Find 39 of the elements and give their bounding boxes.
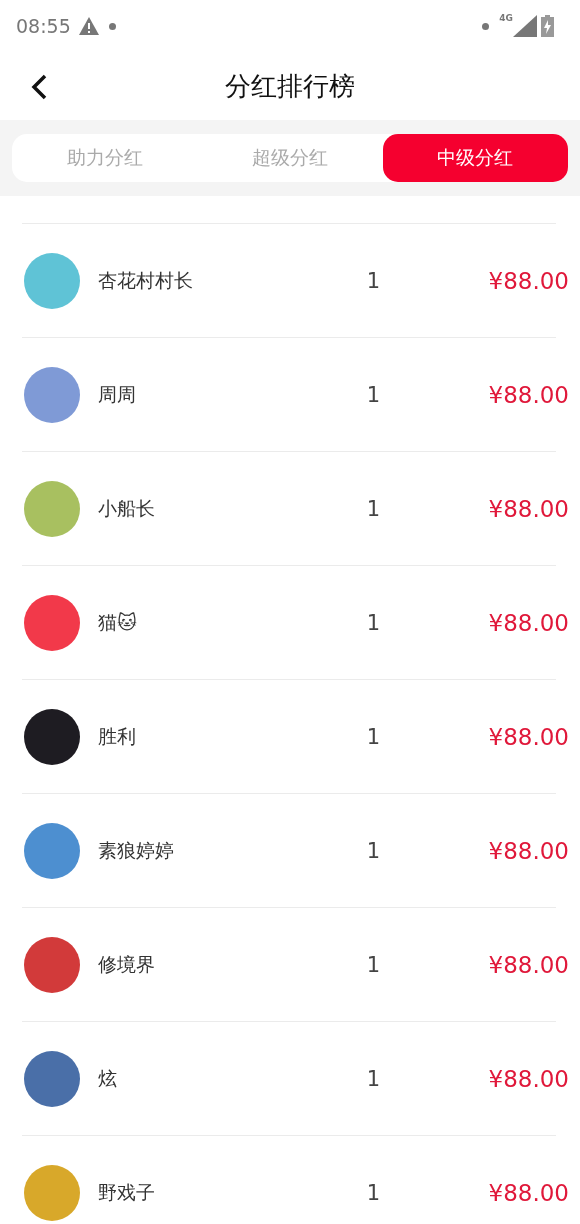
- user-name: 小船长: [98, 495, 156, 521]
- dividend-amount: ¥88.00: [487, 495, 569, 522]
- count-value: 1: [365, 382, 382, 407]
- signal-icon: [513, 15, 537, 37]
- notification-dot-icon: [108, 22, 116, 30]
- tab[interactable]: 助力分红: [12, 134, 198, 182]
- dividend-amount: ¥88.00: [487, 609, 569, 636]
- network-type: 4G: [499, 13, 513, 23]
- count-value: 1: [365, 838, 382, 863]
- tab[interactable]: 超级分红: [197, 134, 383, 182]
- count-value: 1: [365, 610, 382, 635]
- warning-icon: [78, 17, 99, 35]
- back-icon[interactable]: [30, 73, 48, 101]
- user-name: 野戏子: [98, 1179, 156, 1205]
- tab[interactable]: 中级分红: [382, 134, 568, 182]
- user-name: 杏花村村长: [98, 267, 194, 293]
- battery-charging-icon: [541, 15, 554, 37]
- dividend-amount: ¥88.00: [487, 381, 569, 408]
- user-name: 胜利: [98, 723, 137, 749]
- clock-time: 08:55: [16, 15, 71, 37]
- user-name: 修境界: [98, 951, 156, 977]
- dividend-amount: ¥88.00: [487, 837, 569, 864]
- count-value: 1: [365, 268, 382, 293]
- dividend-amount: ¥88.00: [487, 1179, 569, 1206]
- dividend-amount: ¥88.00: [487, 951, 569, 978]
- dividend-amount: ¥88.00: [487, 1065, 569, 1092]
- page-title: 分红排行榜: [225, 69, 355, 103]
- dividend-amount: ¥88.00: [487, 267, 569, 294]
- user-name: 炫: [98, 1065, 118, 1091]
- count-value: 1: [365, 724, 382, 749]
- count-value: 1: [365, 1066, 382, 1091]
- user-name: 素狼婷婷: [98, 837, 175, 863]
- count-value: 1: [365, 1180, 382, 1205]
- user-name: 周周: [98, 381, 137, 407]
- count-value: 1: [365, 496, 382, 521]
- count-value: 1: [365, 952, 382, 977]
- dividend-amount: ¥88.00: [487, 723, 569, 750]
- user-name: 猫🐱: [98, 609, 138, 635]
- notification-dot-icon: [482, 22, 490, 30]
